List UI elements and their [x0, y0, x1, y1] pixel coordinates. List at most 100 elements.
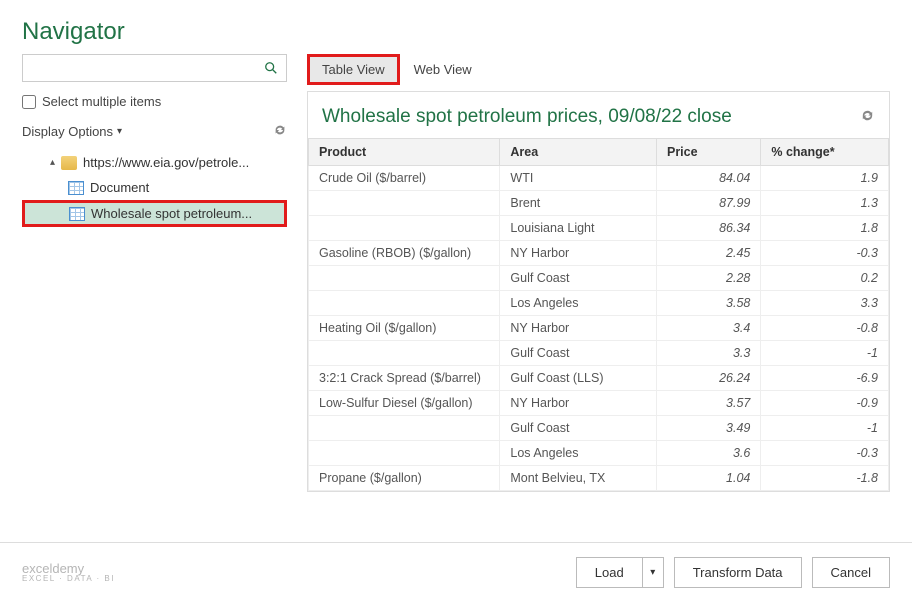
preview-panel: Wholesale spot petroleum prices, 09/08/2… — [307, 91, 890, 492]
table-row[interactable]: 3:2:1 Crack Spread ($/barrel)Gulf Coast … — [309, 366, 889, 391]
table-cell: -0.3 — [761, 241, 889, 266]
table-cell: 2.28 — [656, 266, 760, 291]
table-row[interactable]: Low-Sulfur Diesel ($/gallon)NY Harbor3.5… — [309, 391, 889, 416]
load-button[interactable]: Load — [576, 557, 642, 588]
tree-item-wholesale[interactable]: Wholesale spot petroleum... — [22, 200, 287, 227]
table-cell — [309, 191, 500, 216]
search-icon[interactable] — [256, 55, 286, 81]
table-cell: 1.9 — [761, 166, 889, 191]
table-row[interactable]: Louisiana Light86.341.8 — [309, 216, 889, 241]
table-cell: WTI — [500, 166, 657, 191]
table-cell: -6.9 — [761, 366, 889, 391]
table-cell — [309, 291, 500, 316]
refresh-preview-icon[interactable] — [860, 108, 875, 126]
refresh-icon[interactable] — [273, 123, 287, 140]
search-box[interactable] — [22, 54, 287, 82]
display-options-button[interactable]: Display Options ▾ — [22, 124, 122, 139]
table-cell: NY Harbor — [500, 241, 657, 266]
table-cell: 1.04 — [656, 466, 760, 491]
select-multiple-checkbox[interactable]: Select multiple items — [22, 94, 287, 109]
table-cell: 0.2 — [761, 266, 889, 291]
table-cell — [309, 216, 500, 241]
preview-title: Wholesale spot petroleum prices, 09/08/2… — [322, 106, 732, 128]
table-cell: 3.4 — [656, 316, 760, 341]
transform-data-button[interactable]: Transform Data — [674, 557, 802, 588]
table-cell — [309, 266, 500, 291]
table-cell: 3:2:1 Crack Spread ($/barrel) — [309, 366, 500, 391]
table-cell: Gulf Coast — [500, 341, 657, 366]
table-row[interactable]: Los Angeles3.6-0.3 — [309, 441, 889, 466]
tree-item-label: Document — [90, 180, 285, 195]
table-cell: Heating Oil ($/gallon) — [309, 316, 500, 341]
table-cell: 1.8 — [761, 216, 889, 241]
table-row[interactable]: Gulf Coast2.280.2 — [309, 266, 889, 291]
table-cell: -1 — [761, 341, 889, 366]
table-icon — [69, 207, 85, 221]
table-cell — [309, 416, 500, 441]
table-cell: 3.57 — [656, 391, 760, 416]
table-row[interactable]: Gulf Coast3.3-1 — [309, 341, 889, 366]
tab-web-view[interactable]: Web View — [400, 54, 486, 85]
table-cell: 2.45 — [656, 241, 760, 266]
table-cell: 86.34 — [656, 216, 760, 241]
table-cell: Gulf Coast (LLS) — [500, 366, 657, 391]
table-row[interactable]: Crude Oil ($/barrel)WTI84.041.9 — [309, 166, 889, 191]
table-cell: Gulf Coast — [500, 416, 657, 441]
table-cell: NY Harbor — [500, 316, 657, 341]
table-cell: Propane ($/gallon) — [309, 466, 500, 491]
table-row[interactable]: Gulf Coast3.49-1 — [309, 416, 889, 441]
table-icon — [68, 181, 84, 195]
table-cell: 3.3 — [761, 291, 889, 316]
table-cell: Crude Oil ($/barrel) — [309, 166, 500, 191]
table-row[interactable]: Brent87.991.3 — [309, 191, 889, 216]
table-cell: 1.3 — [761, 191, 889, 216]
table-cell: -1.8 — [761, 466, 889, 491]
tree-root[interactable]: ▴ https://www.eia.gov/petrole... — [22, 150, 287, 175]
table-cell: Louisiana Light — [500, 216, 657, 241]
select-multiple-label: Select multiple items — [42, 94, 161, 109]
load-split-button[interactable]: Load ▾ — [576, 557, 664, 588]
table-cell: Los Angeles — [500, 291, 657, 316]
table-cell: Brent — [500, 191, 657, 216]
folder-icon — [61, 156, 77, 170]
column-header: Area — [500, 139, 657, 166]
table-cell: -0.3 — [761, 441, 889, 466]
table-cell — [309, 341, 500, 366]
table-cell: Los Angeles — [500, 441, 657, 466]
table-row[interactable]: Los Angeles3.583.3 — [309, 291, 889, 316]
search-input[interactable] — [23, 55, 256, 81]
table-row[interactable]: Propane ($/gallon)Mont Belvieu, TX1.04-1… — [309, 466, 889, 491]
column-header: Product — [309, 139, 500, 166]
table-cell: Mont Belvieu, TX — [500, 466, 657, 491]
table-cell: NY Harbor — [500, 391, 657, 416]
table-cell: Gasoline (RBOB) ($/gallon) — [309, 241, 500, 266]
load-dropdown-button[interactable]: ▾ — [642, 557, 664, 588]
table-cell: 3.49 — [656, 416, 760, 441]
watermark: exceldemy EXCEL · DATA · BI — [22, 562, 115, 583]
tree-item-document[interactable]: Document — [22, 175, 287, 200]
chevron-down-icon: ▾ — [117, 126, 122, 137]
table-cell: -0.8 — [761, 316, 889, 341]
select-multiple-input[interactable] — [22, 95, 36, 109]
collapse-icon[interactable]: ▴ — [50, 157, 55, 168]
table-row[interactable]: Gasoline (RBOB) ($/gallon)NY Harbor2.45-… — [309, 241, 889, 266]
preview-table: ProductAreaPrice% change* Crude Oil ($/b… — [308, 138, 889, 491]
tree-item-label: Wholesale spot petroleum... — [91, 206, 282, 221]
table-cell: 3.3 — [656, 341, 760, 366]
tree-root-label: https://www.eia.gov/petrole... — [83, 155, 285, 170]
table-cell: 87.99 — [656, 191, 760, 216]
page-title: Navigator — [22, 18, 890, 46]
column-header: Price — [656, 139, 760, 166]
table-cell: 3.6 — [656, 441, 760, 466]
cancel-button[interactable]: Cancel — [812, 557, 890, 588]
tab-table-view[interactable]: Table View — [307, 54, 400, 85]
table-cell: 3.58 — [656, 291, 760, 316]
table-cell: -0.9 — [761, 391, 889, 416]
navigator-tree: ▴ https://www.eia.gov/petrole... Documen… — [22, 150, 287, 227]
table-cell: -1 — [761, 416, 889, 441]
column-header: % change* — [761, 139, 889, 166]
table-row[interactable]: Heating Oil ($/gallon)NY Harbor3.4-0.8 — [309, 316, 889, 341]
table-cell: 84.04 — [656, 166, 760, 191]
table-cell: Low-Sulfur Diesel ($/gallon) — [309, 391, 500, 416]
table-cell: 26.24 — [656, 366, 760, 391]
